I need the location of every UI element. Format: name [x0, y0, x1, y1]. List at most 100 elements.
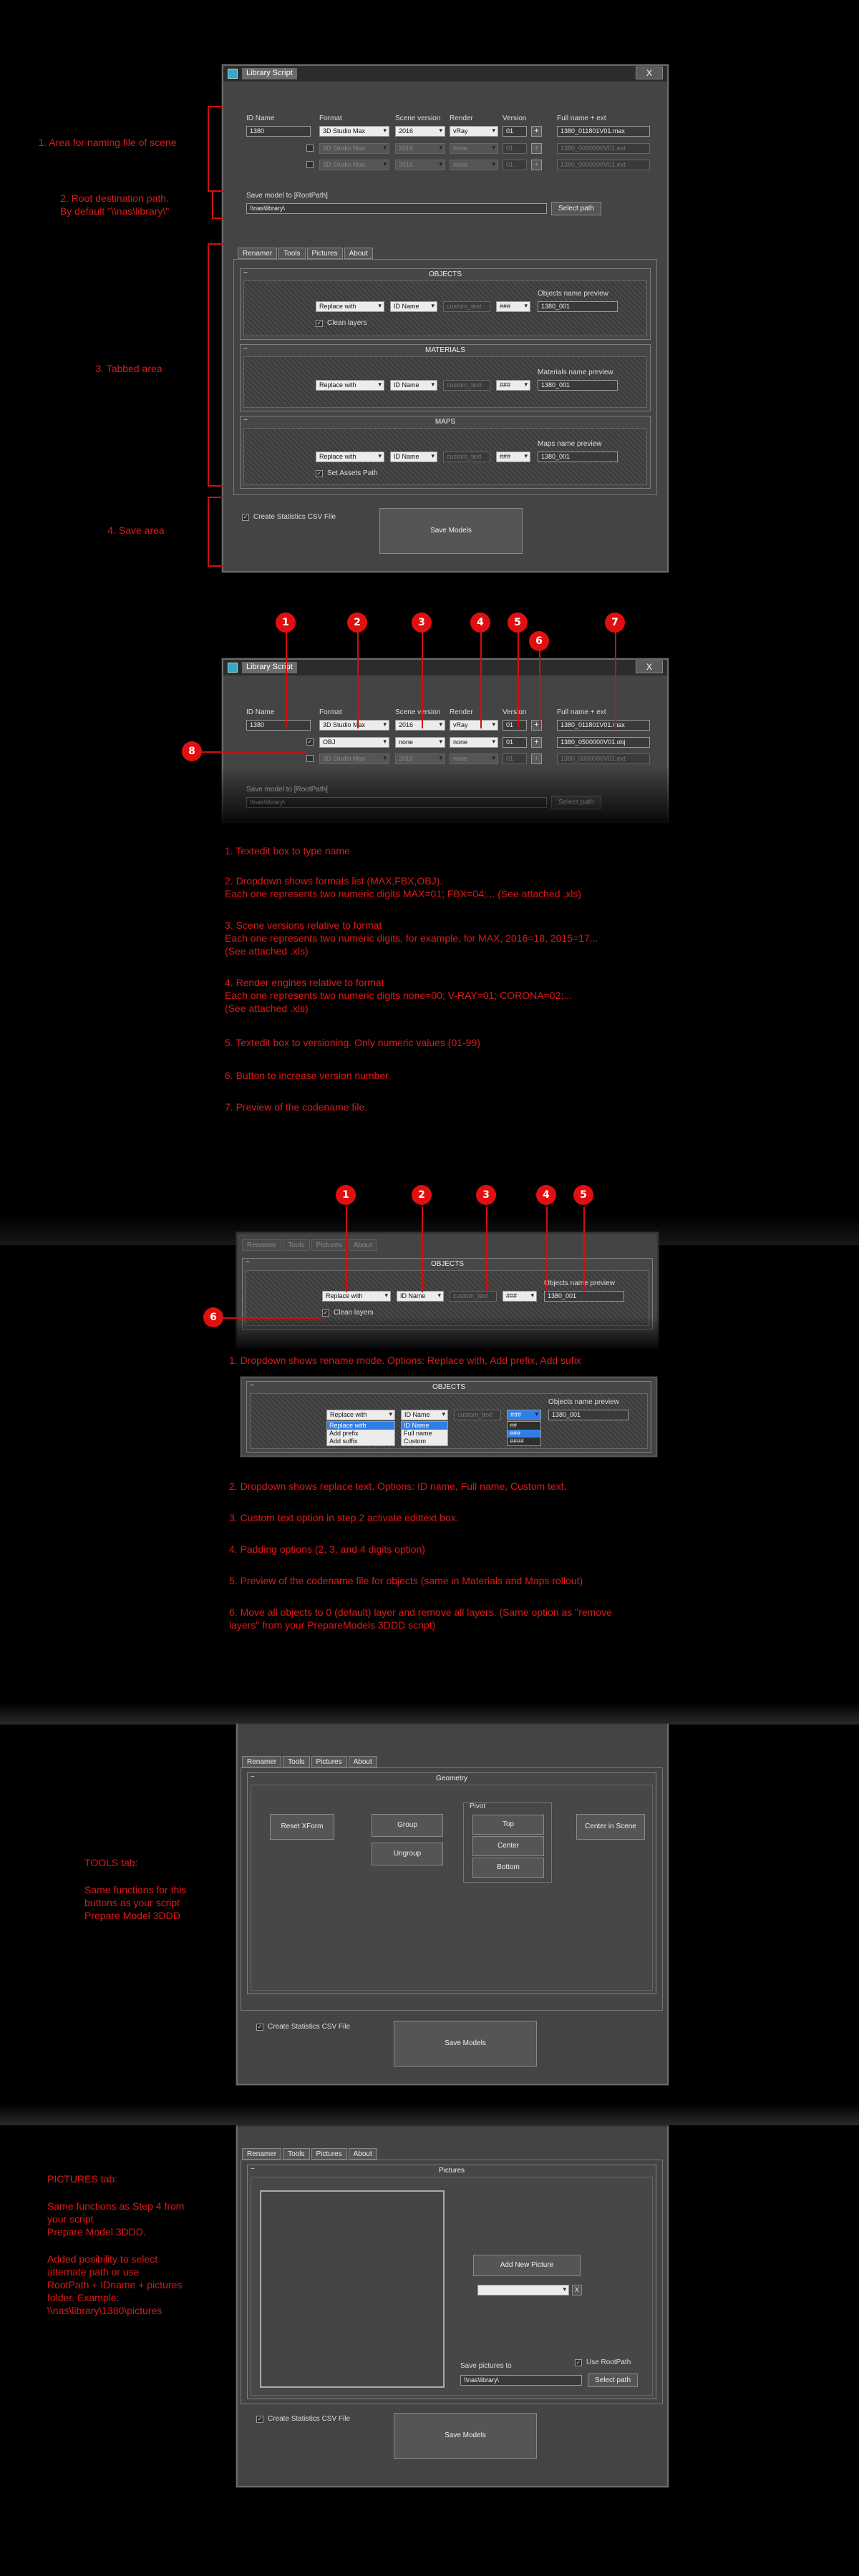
- padding-dropdown[interactable]: ###: [507, 1410, 541, 1420]
- remove-picture-button[interactable]: X: [572, 2285, 582, 2296]
- scene-version-dropdown[interactable]: 2016: [395, 126, 445, 137]
- select-path-button[interactable]: Select path: [551, 796, 601, 809]
- render-dropdown-row3[interactable]: none: [450, 160, 498, 170]
- csv-checkbox[interactable]: ✓: [256, 2024, 263, 2031]
- format-dropdown-row2[interactable]: 3D Studio Max: [319, 143, 389, 154]
- scene-version-dropdown[interactable]: 2016: [395, 720, 445, 731]
- pictures-select-path-button[interactable]: Select path: [588, 2373, 638, 2387]
- version-input-row3[interactable]: 01: [503, 753, 527, 764]
- tab-pictures[interactable]: Pictures: [306, 248, 343, 259]
- version-input[interactable]: 01: [503, 126, 527, 137]
- scene-version-dropdown-row2[interactable]: 2016: [395, 143, 445, 154]
- pivot-center-button[interactable]: Center: [472, 1836, 544, 1856]
- add-new-picture-button[interactable]: Add New Picture: [473, 2255, 581, 2276]
- tab-pictures[interactable]: Pictures: [311, 1756, 347, 1767]
- render-dropdown-row2[interactable]: none: [450, 737, 498, 748]
- picture-list-dropdown[interactable]: [477, 2285, 569, 2296]
- row2-checkbox[interactable]: ✓: [306, 738, 314, 746]
- pivot-top-button[interactable]: Top: [472, 1815, 544, 1835]
- tab-about[interactable]: About: [348, 2148, 377, 2160]
- rename-mode-dropdown[interactable]: Replace with: [316, 301, 384, 312]
- maps-custom-input[interactable]: custom_text: [443, 452, 490, 462]
- render-dropdown[interactable]: vRay: [450, 720, 498, 731]
- csv-checkbox[interactable]: ✓: [242, 514, 249, 521]
- close-button[interactable]: X: [636, 67, 663, 79]
- materials-mode-dropdown[interactable]: Replace with: [316, 380, 384, 391]
- tab-about[interactable]: About: [344, 248, 373, 259]
- option-id-name[interactable]: ID Name: [402, 1422, 447, 1430]
- group-button[interactable]: Group: [372, 1814, 443, 1837]
- materials-padding-dropdown[interactable]: ###: [496, 380, 530, 391]
- format-dropdown[interactable]: 3D Studio Max: [319, 126, 389, 137]
- option-add-prefix[interactable]: Add prefix: [327, 1430, 394, 1438]
- format-dropdown-row3[interactable]: 3D Studio Max: [319, 160, 389, 170]
- option-replace-with[interactable]: Replace with: [327, 1422, 394, 1430]
- maps-mode-dropdown[interactable]: Replace with: [316, 452, 384, 462]
- save-models-button[interactable]: Save Models: [379, 508, 523, 554]
- custom-text-input[interactable]: custom_text: [454, 1410, 501, 1420]
- save-path-input[interactable]: \\nas\library\: [246, 203, 547, 214]
- replace-text-dropdown[interactable]: ID Name: [397, 1291, 444, 1302]
- tab-renamer[interactable]: Renamer: [242, 2148, 282, 2160]
- maps-padding-dropdown[interactable]: ###: [496, 452, 530, 462]
- version-increase-button-row2[interactable]: +: [531, 737, 542, 748]
- format-dropdown-row3[interactable]: 3D Studio Max: [319, 753, 389, 764]
- tab-about[interactable]: About: [348, 1756, 377, 1767]
- rename-mode-dropdown[interactable]: Replace with: [322, 1291, 391, 1302]
- select-path-button[interactable]: Select path: [551, 202, 601, 215]
- padding-dropdown[interactable]: ###: [496, 301, 530, 312]
- option-add-suffix[interactable]: Add suffix: [327, 1438, 394, 1445]
- tab-tools[interactable]: Tools: [283, 1239, 310, 1251]
- option-3-digits[interactable]: ###: [508, 1430, 540, 1438]
- custom-text-input[interactable]: custom_text: [450, 1291, 497, 1302]
- clean-layers-checkbox[interactable]: ✓: [322, 1309, 329, 1317]
- scene-version-dropdown-row3[interactable]: 2016: [395, 753, 445, 764]
- replace-text-dropdown[interactable]: ID Name: [401, 1410, 448, 1420]
- render-dropdown-row2[interactable]: none: [450, 143, 498, 154]
- format-dropdown-row2[interactable]: OBJ: [319, 737, 389, 748]
- pivot-bottom-button[interactable]: Bottom: [472, 1858, 544, 1878]
- save-models-button[interactable]: Save Models: [394, 2413, 537, 2459]
- tab-tools[interactable]: Tools: [283, 2148, 310, 2160]
- version-input-row2[interactable]: 01: [503, 143, 527, 154]
- version-increase-button-row2[interactable]: +: [531, 143, 542, 154]
- reset-xform-button[interactable]: Reset XForm: [270, 1814, 334, 1840]
- row3-checkbox[interactable]: [306, 755, 314, 762]
- rename-mode-dropdown[interactable]: Replace with: [326, 1410, 395, 1420]
- tab-about[interactable]: About: [348, 1239, 377, 1251]
- id-name-input[interactable]: 1380: [246, 720, 311, 731]
- custom-text-input[interactable]: custom_text: [443, 301, 490, 312]
- clean-layers-checkbox[interactable]: ✓: [316, 320, 323, 327]
- version-input-row3[interactable]: 01: [503, 160, 527, 170]
- tab-renamer[interactable]: Renamer: [242, 1239, 282, 1251]
- tab-tools[interactable]: Tools: [278, 248, 306, 259]
- format-dropdown[interactable]: 3D Studio Max: [319, 720, 389, 731]
- save-models-button[interactable]: Save Models: [394, 2021, 537, 2067]
- option-4-digits[interactable]: ####: [508, 1438, 540, 1445]
- tab-tools[interactable]: Tools: [283, 1756, 310, 1767]
- option-full-name[interactable]: Full name: [402, 1430, 447, 1438]
- materials-custom-input[interactable]: custom_text: [443, 380, 490, 391]
- option-2-digits[interactable]: ##: [508, 1422, 540, 1430]
- version-input[interactable]: 01: [503, 720, 527, 731]
- scene-version-dropdown-row3[interactable]: 2016: [395, 160, 445, 170]
- ungroup-button[interactable]: Ungroup: [372, 1843, 443, 1865]
- version-increase-button-row3[interactable]: +: [531, 753, 542, 764]
- save-path-input[interactable]: \\nas\library\: [246, 797, 547, 808]
- version-increase-button[interactable]: +: [531, 126, 542, 137]
- use-rootpath-checkbox[interactable]: ✓: [575, 2359, 582, 2366]
- set-assets-checkbox[interactable]: ✓: [316, 470, 323, 477]
- id-name-input[interactable]: 1380: [246, 126, 311, 137]
- tab-renamer[interactable]: Renamer: [242, 1756, 282, 1767]
- tab-pictures[interactable]: Pictures: [311, 2148, 347, 2160]
- maps-replace-dropdown[interactable]: ID Name: [390, 452, 437, 462]
- version-increase-button-row3[interactable]: +: [531, 160, 542, 170]
- materials-replace-dropdown[interactable]: ID Name: [390, 380, 437, 391]
- render-dropdown[interactable]: vRay: [450, 126, 498, 137]
- version-input-row2[interactable]: 01: [503, 737, 527, 748]
- tab-renamer[interactable]: Renamer: [238, 248, 278, 259]
- option-custom[interactable]: Custom: [402, 1438, 447, 1445]
- replace-text-dropdown[interactable]: ID Name: [390, 301, 437, 312]
- row2-checkbox[interactable]: [306, 145, 314, 152]
- center-in-scene-button[interactable]: Center in Scene: [576, 1814, 645, 1840]
